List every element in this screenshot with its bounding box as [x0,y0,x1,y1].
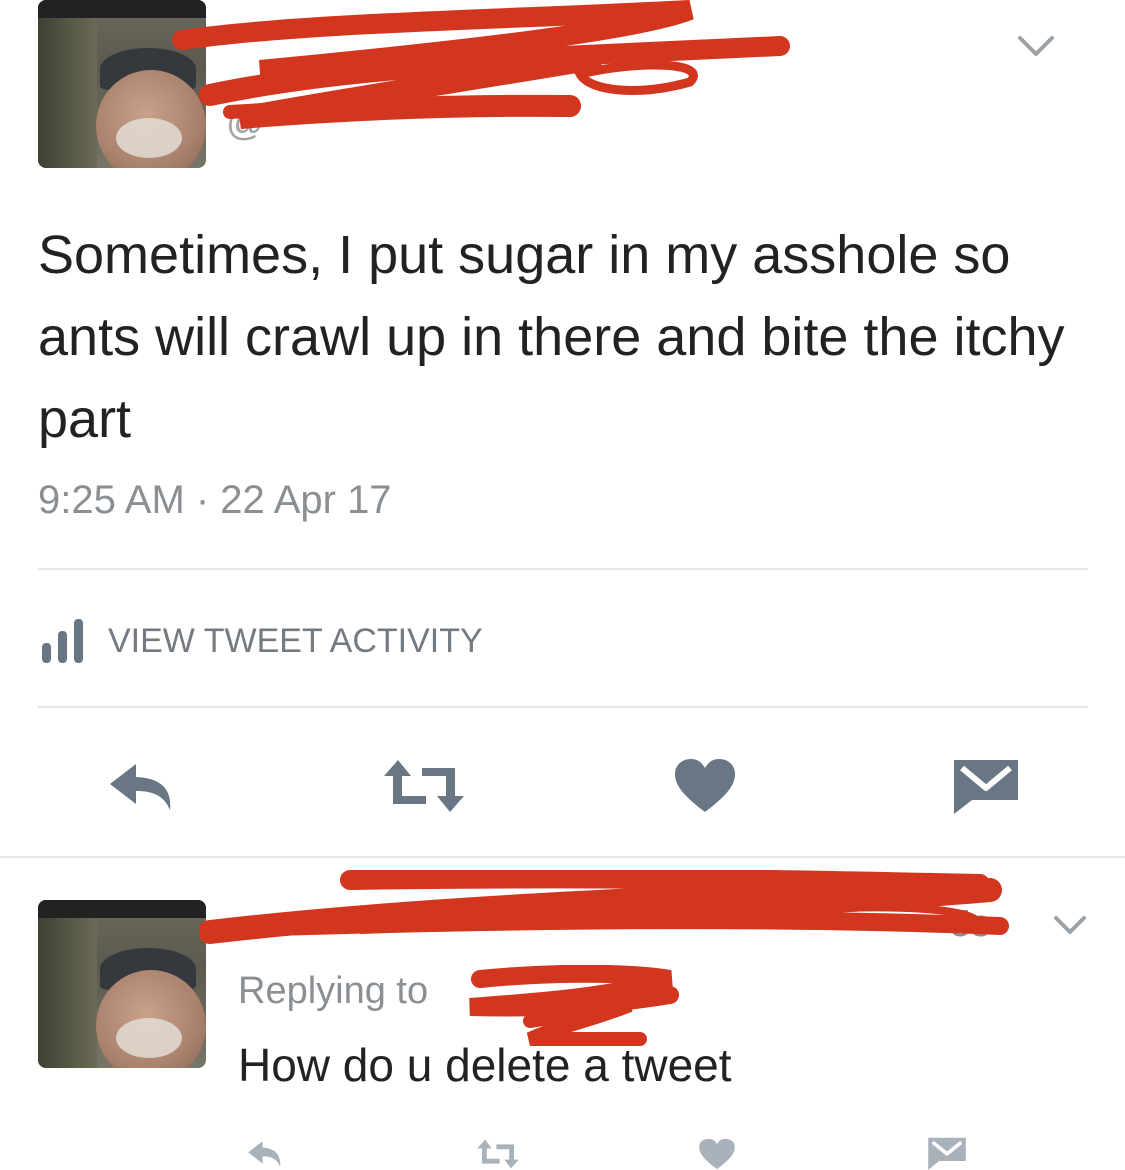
bar-chart-icon [42,619,83,663]
message-icon[interactable] [952,758,1020,814]
handle-redaction [469,965,679,1046]
like-icon[interactable] [673,758,737,814]
reply-text: How do u delete a tweet [238,1039,732,1091]
chevron-down-icon[interactable] [1016,34,1056,60]
avatar[interactable] [38,0,206,168]
name-redaction [172,0,790,129]
divider [38,706,1088,708]
avatar[interactable] [38,900,206,1068]
retweet-icon[interactable] [470,1138,526,1170]
message-icon[interactable] [924,1136,970,1170]
tweet-text: Sometimes, I put sugar in my asshole so … [38,225,1065,449]
reply-icon[interactable] [106,760,178,812]
divider [0,856,1125,858]
activity-label: VIEW TWEET ACTIVITY [108,621,483,660]
chevron-down-icon[interactable] [1052,914,1088,938]
retweet-icon[interactable] [380,758,468,814]
name-redaction [200,870,1009,944]
tweet-timestamp[interactable]: 9:25 AM · 22 Apr 17 [38,478,392,523]
replying-to-label: Replying to [238,970,429,1012]
view-tweet-activity-link[interactable]: VIEW TWEET ACTIVITY [38,616,483,666]
like-icon[interactable] [696,1138,738,1170]
divider [38,568,1088,570]
user-handle: @ [226,102,265,144]
reply-time: 5s [950,903,991,945]
reply-icon[interactable] [242,1138,288,1170]
